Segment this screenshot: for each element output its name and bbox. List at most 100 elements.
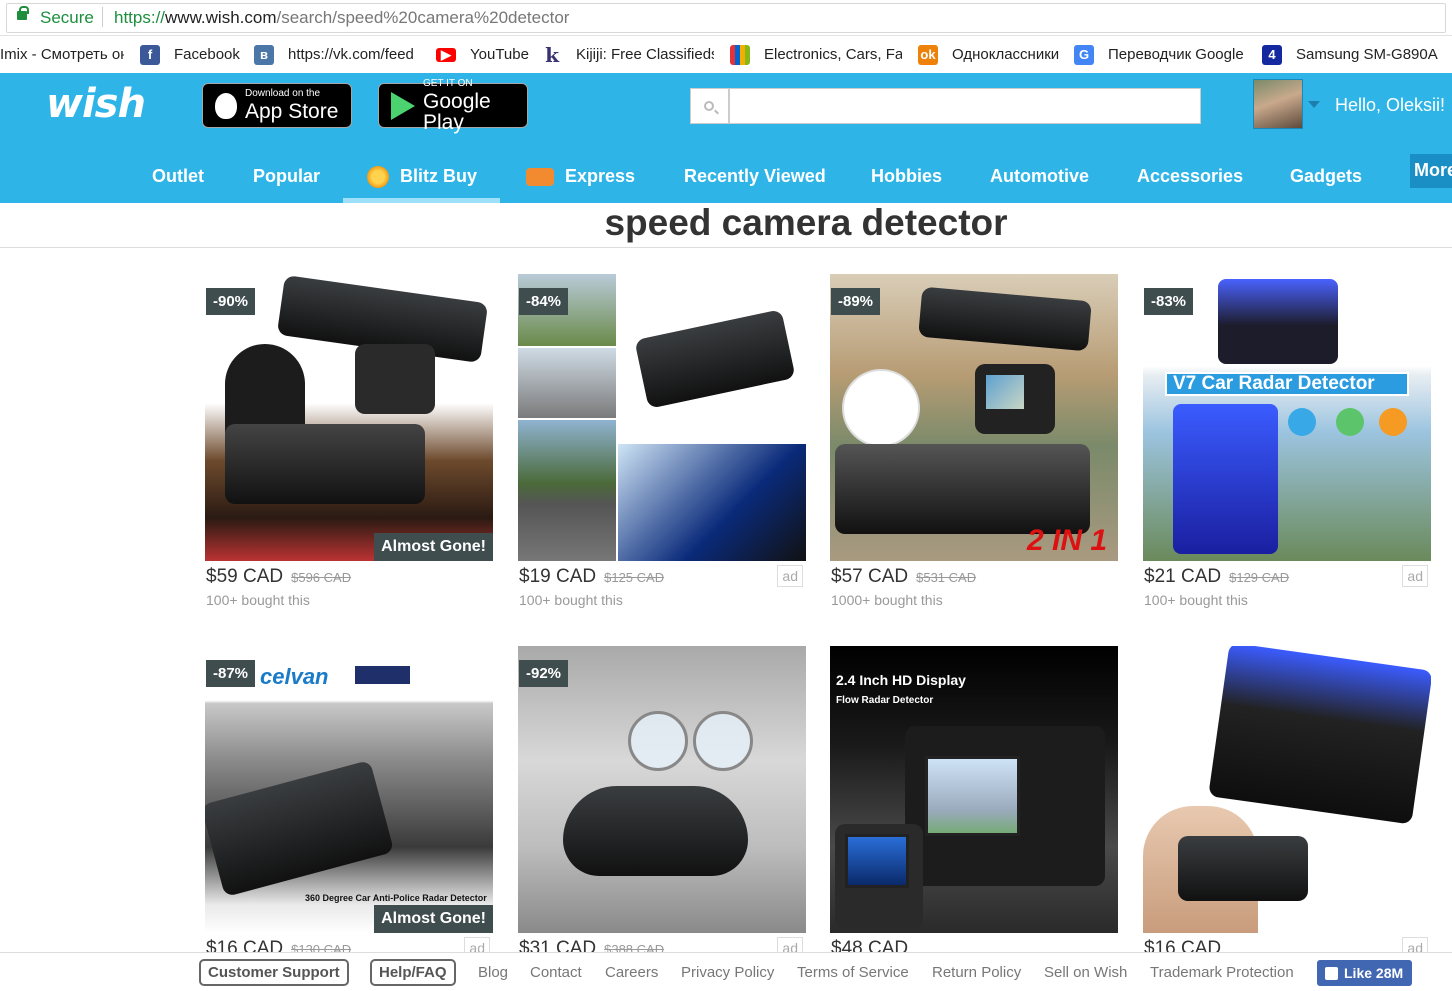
product-image[interactable] bbox=[1143, 646, 1431, 933]
app-store-button[interactable]: Download on the App Store bbox=[202, 83, 352, 128]
discount-badge: -90% bbox=[206, 288, 256, 315]
nav-hobbies[interactable]: Hobbies bbox=[871, 150, 942, 203]
bookmark-facebook[interactable]: f Facebook bbox=[140, 36, 244, 73]
bookmark-youtube[interactable]: ▶ YouTube bbox=[436, 36, 530, 73]
chevron-down-icon[interactable] bbox=[1308, 101, 1320, 108]
facebook-like-button[interactable]: Like 28M bbox=[1317, 960, 1412, 986]
youtube-icon: ▶ bbox=[436, 47, 456, 62]
secure-label: Secure bbox=[40, 8, 94, 27]
product-card[interactable]: V7 Car Radar Detector -83% $21 CAD $129 C… bbox=[1143, 274, 1431, 608]
old-price: $531 CAD bbox=[916, 570, 977, 585]
nav-automotive[interactable]: Automotive bbox=[990, 150, 1089, 203]
footer-link-careers[interactable]: Careers bbox=[605, 964, 658, 981]
footer-link-sell-on-wish[interactable]: Sell on Wish bbox=[1044, 964, 1127, 981]
image-caption: V7 Car Radar Detector bbox=[1173, 373, 1375, 394]
odnoklassniki-icon: ok bbox=[918, 44, 938, 65]
product-image[interactable]: -92% bbox=[518, 646, 806, 933]
bookmark-samsung[interactable]: 4 Samsung SM-G890A bbox=[1262, 36, 1442, 73]
footer-link-terms-of-service[interactable]: Terms of Service bbox=[797, 964, 909, 981]
url-text[interactable]: https://www.wish.com/search/speed%20came… bbox=[114, 8, 569, 28]
truck-icon bbox=[526, 167, 554, 186]
nav-label: Automotive bbox=[990, 166, 1089, 186]
radar-device-image bbox=[1208, 646, 1431, 825]
footer-link-return-policy[interactable]: Return Policy bbox=[932, 964, 1021, 981]
nav-express[interactable]: Express bbox=[526, 150, 635, 203]
feature-icon-360 bbox=[1288, 408, 1316, 436]
samsung-icon: 4 bbox=[1262, 44, 1282, 65]
nav-recently-viewed[interactable]: Recently Viewed bbox=[684, 150, 826, 203]
model-badge bbox=[355, 666, 410, 684]
bookmark-ebay[interactable]: Electronics, Cars, Fas bbox=[730, 36, 902, 73]
bookmark-odnoklassniki[interactable]: ok Одноклассники bbox=[918, 36, 1062, 73]
price: $57 CAD $531 CAD bbox=[831, 566, 976, 588]
app-store-big-text: App Store bbox=[245, 100, 339, 123]
current-price: $21 CAD bbox=[1144, 566, 1222, 587]
bookmark-vk[interactable]: в https://vk.com/feed bbox=[254, 36, 424, 73]
discount-badge: -92% bbox=[519, 660, 569, 687]
product-card[interactable]: -90% Almost Gone! $59 CAD $596 CAD 100+ b… bbox=[205, 274, 493, 608]
thumbs-up-icon bbox=[1325, 966, 1338, 980]
lock-icon bbox=[17, 6, 29, 20]
image-caption: 2 IN 1 bbox=[1027, 524, 1108, 557]
highway-photo bbox=[518, 348, 616, 418]
footer-link-blog[interactable]: Blog bbox=[478, 964, 508, 981]
product-image[interactable]: -90% Almost Gone! bbox=[205, 274, 493, 561]
car-photo bbox=[618, 444, 806, 561]
category-nav: Outlet Popular Blitz Buy Express Recentl… bbox=[0, 150, 1452, 203]
product-card[interactable]: 2 IN 1 -89% $57 CAD $531 CAD 1000+ bought… bbox=[830, 274, 1118, 608]
vk-icon: в bbox=[254, 44, 274, 65]
product-card[interactable]: 2.4 Inch HD Display Flow Radar Detector … bbox=[830, 646, 1118, 959]
product-card[interactable]: $16 CAD ad bbox=[1143, 646, 1431, 959]
bought-count: 100+ bought this bbox=[519, 592, 623, 608]
nav-label: Recently Viewed bbox=[684, 166, 826, 186]
search-input[interactable] bbox=[729, 88, 1201, 124]
bookmark-imix[interactable]: Imix - Смотреть он bbox=[0, 36, 124, 73]
product-image[interactable]: 2.4 Inch HD Display Flow Radar Detector bbox=[830, 646, 1118, 933]
google-play-button[interactable]: GET IT ON Google Play bbox=[378, 78, 528, 133]
apple-icon bbox=[215, 92, 237, 119]
bookmark-label: Kijiji: Free Classifieds bbox=[576, 46, 714, 63]
almost-gone-badge: Almost Gone! bbox=[374, 533, 493, 561]
discount-badge: -83% bbox=[1144, 288, 1194, 315]
footer-link-privacy-policy[interactable]: Privacy Policy bbox=[681, 964, 774, 981]
nav-popular[interactable]: Popular bbox=[253, 150, 320, 203]
footer-link-contact[interactable]: Contact bbox=[530, 964, 582, 981]
like-count: 28M bbox=[1375, 965, 1404, 981]
help-faq-button[interactable]: Help/FAQ bbox=[370, 959, 456, 986]
ad-label: ad bbox=[1402, 565, 1428, 587]
customer-support-button[interactable]: Customer Support bbox=[199, 959, 349, 986]
bookmark-google-translate[interactable]: G Переводчик Google bbox=[1074, 36, 1250, 73]
nav-more[interactable]: More bbox=[1410, 154, 1452, 188]
avatar[interactable] bbox=[1253, 79, 1303, 129]
nav-label: Outlet bbox=[152, 166, 204, 186]
product-image[interactable]: celvan 360 Degree Car Anti-Police Radar … bbox=[205, 646, 493, 933]
product-image[interactable]: 2 IN 1 -89% bbox=[830, 274, 1118, 561]
nav-gadgets[interactable]: Gadgets bbox=[1290, 150, 1362, 203]
bookmark-kijiji[interactable]: k Kijiji: Free Classifieds bbox=[542, 36, 714, 73]
current-price: $59 CAD bbox=[206, 566, 284, 587]
nav-outlet[interactable]: Outlet bbox=[152, 150, 204, 203]
bookmark-label: Samsung SM-G890A bbox=[1296, 46, 1438, 63]
device-screen bbox=[845, 834, 909, 888]
greeting[interactable]: Hello, Oleksii! bbox=[1335, 95, 1445, 116]
product-card[interactable]: celvan 360 Degree Car Anti-Police Radar … bbox=[205, 646, 493, 959]
image-caption: 2.4 Inch HD Display bbox=[836, 672, 966, 688]
footer-link-trademark-protection[interactable]: Trademark Protection bbox=[1150, 964, 1294, 981]
nav-accessories[interactable]: Accessories bbox=[1137, 150, 1243, 203]
device-screen bbox=[983, 372, 1027, 412]
old-price: $125 CAD bbox=[604, 570, 665, 585]
address-divider bbox=[102, 7, 103, 27]
product-image[interactable]: V7 Car Radar Detector -83% bbox=[1143, 274, 1431, 561]
product-card[interactable]: -92% $31 CAD $388 CAD ad bbox=[518, 646, 806, 959]
wish-logo[interactable]: wish bbox=[46, 81, 146, 127]
google-play-icon bbox=[391, 91, 415, 120]
product-card[interactable]: -84% $19 CAD $125 CAD ad 100+ bought this bbox=[518, 274, 806, 608]
feature-icon-language bbox=[1379, 408, 1407, 436]
search-button[interactable] bbox=[690, 88, 729, 124]
search-icon bbox=[704, 101, 714, 111]
bookmark-label: Одноклассники bbox=[952, 46, 1060, 63]
app-store-small-text: Download on the bbox=[245, 88, 321, 99]
bookmark-label: Facebook bbox=[174, 46, 240, 63]
nav-blitz-buy[interactable]: Blitz Buy bbox=[343, 150, 500, 203]
product-image[interactable]: -84% bbox=[518, 274, 806, 561]
